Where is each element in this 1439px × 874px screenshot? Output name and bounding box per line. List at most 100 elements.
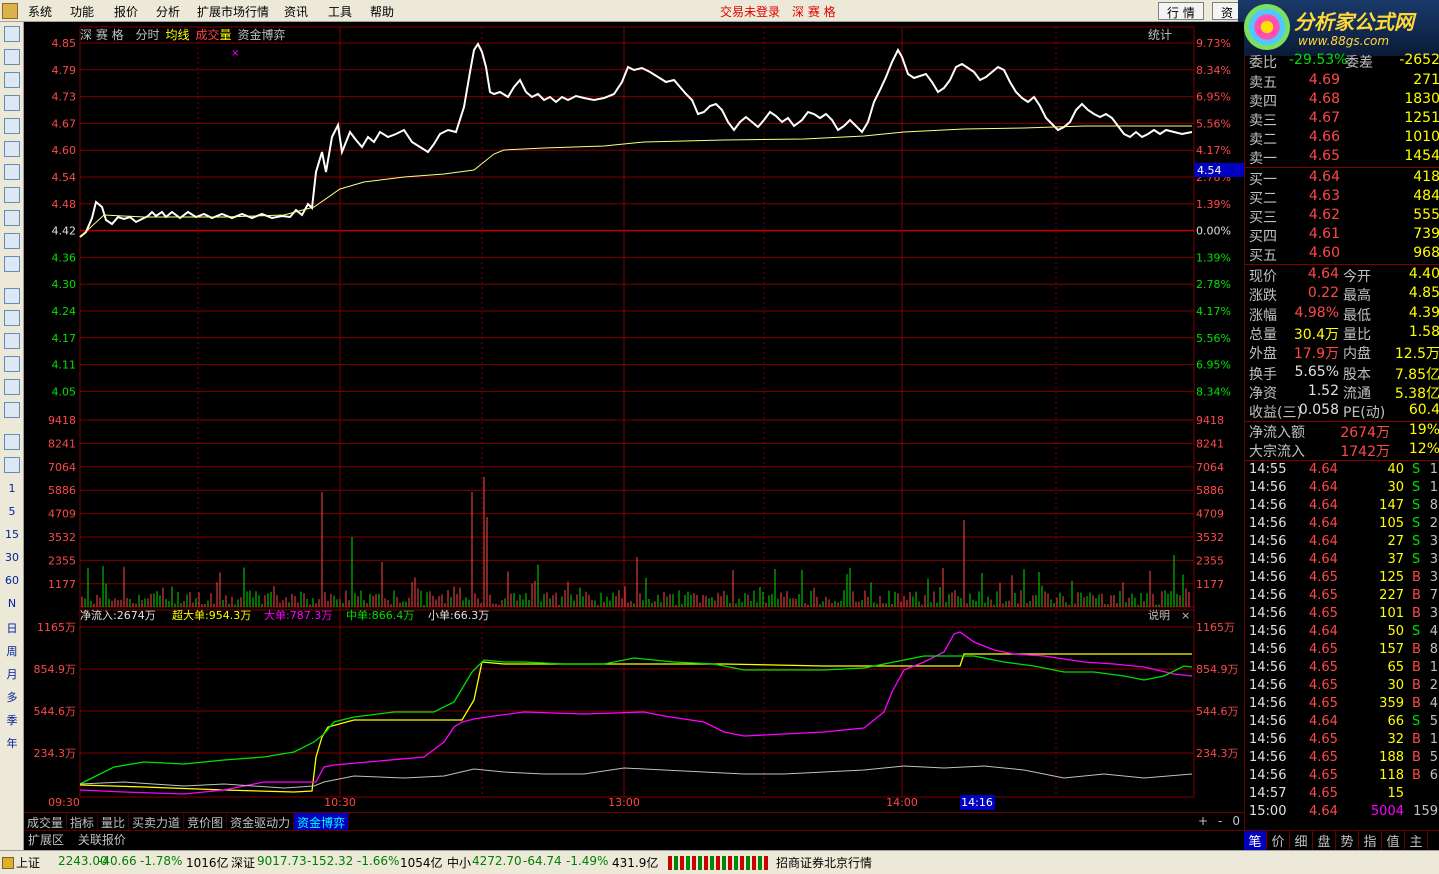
tick-count: 1	[1429, 732, 1438, 747]
zoom-button-0[interactable]: +	[1198, 814, 1208, 828]
chart-header-item-2[interactable]: 成交	[196, 28, 220, 42]
ext-area-tab[interactable]: 扩展区	[28, 833, 64, 847]
time-axis-label: 09:30	[48, 796, 80, 809]
tick-time: 14:56	[1249, 498, 1287, 513]
pencil-icon[interactable]	[4, 402, 20, 418]
refresh-icon[interactable]	[4, 457, 20, 473]
detail-tab-3[interactable]: 盘	[1313, 831, 1336, 850]
orderbook-divider	[1245, 264, 1439, 265]
menu-analysis[interactable]: 分析	[156, 3, 180, 20]
tick-direction: S	[1412, 624, 1421, 639]
logo: 分析家公式网 www.88gs.com	[1238, 0, 1439, 56]
detail-tab-5[interactable]: 指	[1359, 831, 1382, 850]
right-panel: 委比 -29.53% 委差 -2652 卖五 4.69 271 卖四 4.68 1830 卖三 4.6…	[1244, 52, 1439, 830]
percent-icon[interactable]	[4, 356, 20, 372]
tick-count: 5	[1429, 714, 1438, 729]
buy-level-0-label: 买一	[1249, 172, 1277, 188]
trend-icon[interactable]	[4, 288, 20, 304]
tick-time: 14:56	[1249, 642, 1287, 657]
period-4[interactable]: 60	[0, 574, 24, 587]
sell-level-0: 卖五 4.69 271	[1245, 72, 1439, 91]
chart-header-item-0[interactable]: 分时	[135, 28, 159, 42]
quote-button[interactable]: 行 情	[1158, 2, 1204, 20]
menu-extended-market[interactable]: 扩展市场行情	[197, 3, 269, 20]
period-2[interactable]: 15	[0, 528, 24, 541]
period-7[interactable]: 周	[0, 643, 24, 659]
menu-help[interactable]: 帮助	[370, 3, 394, 20]
period-11[interactable]: 年	[0, 735, 24, 751]
pct-axis-label: 8.34%	[1196, 385, 1231, 398]
stat-button[interactable]: 统计	[1148, 26, 1172, 43]
compare-icon[interactable]	[4, 310, 20, 326]
candle-icon[interactable]	[4, 95, 20, 111]
doc-icon[interactable]	[4, 164, 20, 180]
period-3[interactable]: 30	[0, 551, 24, 564]
detail-tab-0[interactable]: 笔	[1244, 831, 1267, 850]
quote-icon[interactable]	[4, 26, 20, 42]
menu-tools[interactable]: 工具	[328, 3, 352, 20]
period-9[interactable]: 多	[0, 689, 24, 705]
chart-header-item-3[interactable]: 量	[220, 28, 232, 42]
period-1[interactable]: 5	[0, 505, 24, 518]
period-6[interactable]: 日	[0, 620, 24, 636]
line-chart-icon[interactable]	[4, 72, 20, 88]
chart-header-item-1[interactable]: 均线	[165, 28, 189, 42]
zoom-icon[interactable]	[4, 256, 20, 272]
chart-header-item-4[interactable]: 资金博弈	[238, 28, 286, 42]
menu-system[interactable]: 系统	[28, 3, 52, 20]
menu-news[interactable]: 资讯	[284, 3, 308, 20]
tick-row: 14:56 4.65 157 B 8	[1245, 642, 1439, 660]
buy-level-3: 买四 4.61 739	[1245, 226, 1439, 245]
volume-axis-label: 4709	[48, 508, 76, 521]
info-value: 0.22	[1307, 285, 1339, 302]
menu-function[interactable]: 功能	[70, 3, 94, 20]
tick-time: 14:56	[1249, 714, 1287, 729]
info-row-6: 净资 1.52 流通 5.38亿	[1245, 383, 1439, 402]
detail-tab-6[interactable]: 值	[1382, 831, 1405, 850]
related-quote-tab[interactable]: 关联报价	[78, 833, 126, 847]
tick-count: 2	[1429, 516, 1438, 531]
price-axis-label: 4.48	[52, 198, 77, 211]
tick-row: 14:56 4.65 65 B 1	[1245, 660, 1439, 678]
zoom-button-1[interactable]: -	[1218, 814, 1222, 828]
menu-quote[interactable]: 报价	[114, 3, 138, 20]
detail-tab-4[interactable]: 势	[1336, 831, 1359, 850]
f2-icon[interactable]	[4, 210, 20, 226]
info-label2: 最高	[1343, 288, 1371, 305]
tick-volume: 27	[1387, 534, 1404, 549]
period-10[interactable]: 季	[0, 712, 24, 728]
flow-header-item: 大单:787.3万	[264, 608, 332, 622]
tick-volume: 359	[1379, 696, 1404, 711]
flow-close-icon[interactable]: ×	[1181, 609, 1190, 622]
tick-row: 14:56 4.64 66 S 5	[1245, 714, 1439, 732]
report-icon[interactable]	[4, 118, 20, 134]
tick-time: 14:57	[1249, 786, 1287, 801]
multi-icon[interactable]	[4, 333, 20, 349]
tick-price: 4.64	[1309, 534, 1338, 549]
pct-axis-label: 8.34%	[1196, 64, 1231, 77]
zoom-button-2[interactable]: 0	[1232, 814, 1240, 828]
detail-tab-1[interactable]: 价	[1267, 831, 1290, 850]
detail-tab-2[interactable]: 细	[1290, 831, 1313, 850]
detail-tab-7[interactable]: 主	[1405, 831, 1428, 850]
buy-level-3-value2: 739	[1413, 226, 1439, 242]
stock-name: 深 赛 格	[80, 28, 124, 42]
flow-label: 大宗流入	[1249, 444, 1305, 460]
f5-icon[interactable]	[4, 434, 20, 450]
index-item: -152.32	[307, 854, 354, 868]
note-icon[interactable]	[4, 187, 20, 203]
buy-level-3-label: 买四	[1249, 229, 1277, 245]
export-icon[interactable]	[4, 379, 20, 395]
list-icon[interactable]	[4, 49, 20, 65]
flow-note[interactable]: 说明	[1148, 608, 1170, 622]
period-8[interactable]: 月	[0, 666, 24, 682]
tick-time: 14:56	[1249, 732, 1287, 747]
period-0[interactable]: 1	[0, 482, 24, 495]
flow-row-1: 大宗流入 1742万 12%	[1245, 441, 1439, 460]
tick-row: 14:56 4.65 30 B 2	[1245, 678, 1439, 696]
period-5[interactable]: N	[0, 597, 24, 610]
fx-icon[interactable]	[4, 233, 20, 249]
volume-axis-label: 1177	[48, 578, 76, 591]
f10-icon[interactable]	[4, 141, 20, 157]
small-order-flow-line	[79, 765, 1193, 789]
